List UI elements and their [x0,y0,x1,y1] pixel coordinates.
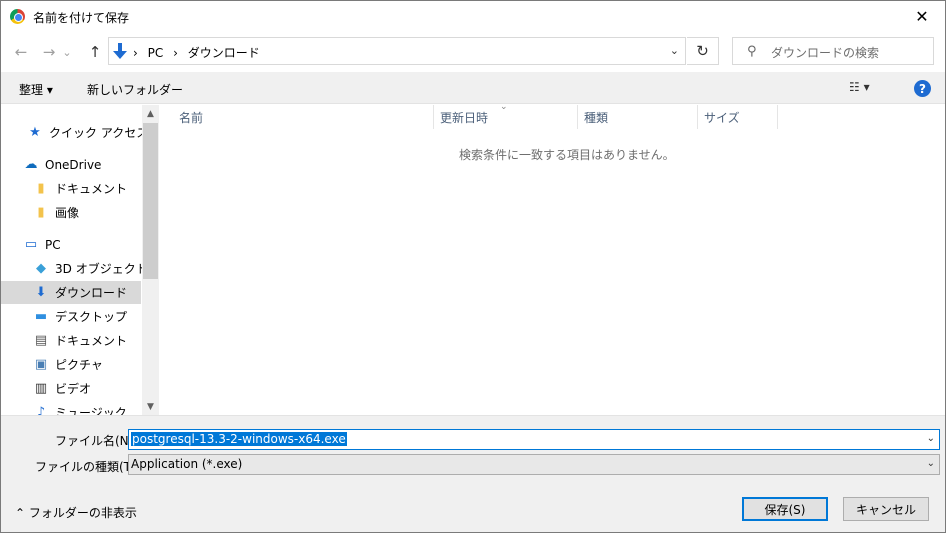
cloud-icon: ☁ [24,157,38,172]
sidebar-item-label: デスクトップ [55,310,128,324]
filename-label: ファイル名(N): [55,434,138,448]
sidebar-item[interactable]: ▮ 画像 [1,201,141,224]
cancel-button[interactable]: キャンセル [843,497,929,521]
back-button[interactable]: ← [11,43,31,61]
filetype-select[interactable]: Application (*.exe) ⌄ [128,454,940,475]
sidebar-item[interactable]: ▤ ドキュメント [1,329,141,352]
sidebar-item-label: ダウンロード [55,286,128,300]
sidebar-item-label: ドキュメント [55,334,128,348]
sidebar-item-label: ビデオ [55,382,92,396]
video-icon: ▥ [34,381,48,396]
cube-icon: ◆ [36,261,46,276]
filetype-label: ファイルの種類(T): [35,460,140,474]
sidebar-item-label: PC [45,237,61,252]
filename-field[interactable]: postgresql-13.3-2-windows-x64.exe ⌄ [128,429,940,450]
search-box[interactable]: ⚲ ダウンロードの検索 [732,37,934,65]
empty-message: 検索条件に一致する項目はありません。 [459,148,675,162]
breadcrumb-separator: › [173,46,178,60]
picture-icon: ▣ [34,357,48,372]
view-options-button[interactable]: ☷ ▾ [849,80,870,94]
sidebar-item-label: ドキュメント [55,182,128,196]
sidebar-item-label: 3D オブジェクト [55,262,148,276]
sidebar-item[interactable]: ★ クイック アクセス [1,121,148,144]
download-icon: ⬇ [35,285,47,300]
search-placeholder: ダウンロードの検索 [771,46,880,60]
music-icon: ♪ [36,405,46,415]
star-icon: ★ [29,125,41,140]
document-icon: ▤ [34,333,48,348]
chrome-icon [10,9,25,24]
nav-pane-scrollbar[interactable]: ▲ ▼ [142,105,159,415]
dialog-title: 名前を付けて保存 [33,11,130,25]
search-icon: ⚲ [747,44,757,59]
breadcrumb-item-downloads[interactable]: ダウンロード [188,46,260,60]
folder-icon: ▮ [37,205,45,220]
chevron-down-icon[interactable]: ⌄ [927,433,935,444]
sidebar-item-label: OneDrive [45,157,102,172]
sidebar-item-label: ピクチャ [55,358,103,372]
sidebar-item[interactable]: ▥ ビデオ [1,377,141,400]
scroll-thumb[interactable] [143,123,158,279]
scroll-down-arrow[interactable]: ▼ [142,398,159,415]
breadcrumb-separator: › [133,46,138,60]
breadcrumb: › PC › ダウンロード [133,44,266,61]
organize-menu[interactable]: 整理 ▾ [19,81,53,98]
forward-button[interactable]: → [39,43,59,61]
help-icon[interactable]: ? [914,80,931,97]
computer-icon: ▭ [24,237,38,252]
navigation-row: ← → ⌄ ↑ › PC › ダウンロード ⌄ ↻ ⚲ ダウンロードの検索 [1,32,945,72]
sidebar-item[interactable]: ◆ 3D オブジェクト [1,257,148,280]
chevron-down-icon: ⌄ [926,458,935,469]
sidebar-item[interactable]: ▭ PC [1,233,141,256]
filetype-value: Application (*.exe) [131,457,243,471]
sidebar-item[interactable]: ▣ ピクチャ [1,353,141,376]
new-folder-button[interactable]: 新しいフォルダー [87,81,183,98]
navigation-pane: ★ クイック アクセス ☁ OneDrive ▮ ドキュメント ▮ 画像 ▭ PC ◆ 3D オブジェ… [1,105,159,415]
column-header-size[interactable]: サイズ [698,105,778,129]
command-bar: 整理 ▾ 新しいフォルダー ☷ ▾ ? [1,72,945,104]
breadcrumb-item-pc[interactable]: PC [148,46,164,60]
filename-value: postgresql-13.3-2-windows-x64.exe [131,432,347,446]
sidebar-item-label: クイック アクセス [49,126,149,140]
save-button[interactable]: 保存(S) [742,497,828,521]
sidebar-item[interactable]: ♪ ミュージック [1,401,141,415]
sidebar-item-label: 画像 [55,206,80,220]
desktop-icon: ▬ [34,309,48,324]
download-icon [113,43,127,59]
title-bar: 名前を付けて保存 ✕ [1,1,945,32]
folder-icon: ▮ [37,181,45,196]
scroll-up-arrow[interactable]: ▲ [142,105,159,122]
close-button[interactable]: ✕ [899,1,945,32]
recent-locations-button[interactable]: ⌄ [61,43,73,61]
sidebar-item[interactable]: ⬇ ダウンロード [1,281,141,304]
save-form: ファイル名(N): postgresql-13.3-2-windows-x64.… [1,415,945,532]
sidebar-item[interactable]: ☁ OneDrive [1,153,141,176]
chevron-down-icon[interactable]: ⌄ [670,44,679,57]
up-button[interactable]: ↑ [85,43,105,61]
file-list[interactable]: ⌄ 名前 更新日時 種類 サイズ 検索条件に一致する項目はありません。 [159,102,945,415]
sidebar-item[interactable]: ▮ ドキュメント [1,177,141,200]
hide-folders-button[interactable]: ⌃ フォルダーの非表示 [15,504,137,521]
address-bar[interactable]: › PC › ダウンロード ⌄ [108,37,686,65]
column-header-type[interactable]: 種類 [578,105,698,129]
refresh-button[interactable]: ↻ [687,37,719,65]
column-header-modified[interactable]: 更新日時 [434,105,578,129]
column-header-name[interactable]: 名前 [173,105,434,129]
sidebar-item[interactable]: ▬ デスクトップ [1,305,141,328]
save-as-dialog: 名前を付けて保存 ✕ ← → ⌄ ↑ › PC › ダウンロード ⌄ ↻ ⚲ ダ… [0,0,946,533]
sidebar-item-label: ミュージック [55,406,127,415]
